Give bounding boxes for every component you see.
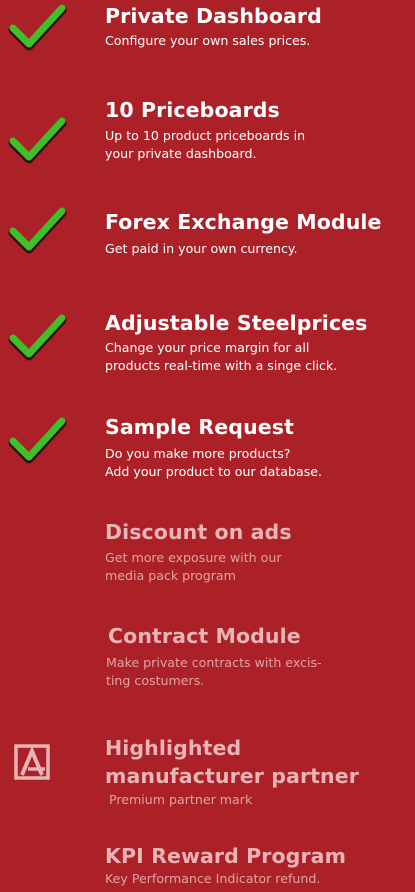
check-icon xyxy=(8,117,67,164)
feature-description: Configure your own sales prices. xyxy=(105,33,311,48)
feature-description: Premium partner mark xyxy=(109,792,253,807)
feature-description: Make private contracts with excis- ting … xyxy=(106,655,322,688)
check-icon xyxy=(8,207,67,254)
feature-title: 10 Priceboards xyxy=(105,98,280,122)
feature-description: Get paid in your own currency. xyxy=(105,241,298,256)
feature-title: Private Dashboard xyxy=(105,4,322,28)
feature-title: Discount on ads xyxy=(105,520,292,544)
feature-title: Adjustable Steelprices xyxy=(105,311,368,335)
feature-title: Sample Request xyxy=(105,415,294,439)
feature-description: Change your price margin for all product… xyxy=(105,340,338,373)
feature-title: KPI Reward Program xyxy=(105,844,347,868)
check-icon xyxy=(8,4,67,51)
feature-title: Contract Module xyxy=(108,624,301,648)
check-icon xyxy=(8,314,67,361)
feature-description: Do you make more products? Add your prod… xyxy=(105,446,323,479)
feature-description: Get more exposure with our media pack pr… xyxy=(105,550,282,583)
partner-logo-icon xyxy=(14,744,50,780)
feature-title: Highlighted manufacturer partner xyxy=(105,736,359,788)
feature-description: Up to 10 product priceboards in your pri… xyxy=(105,128,306,161)
check-icon xyxy=(8,417,67,464)
feature-title: Forex Exchange Module xyxy=(105,210,382,234)
feature-description: Key Performance Indicator refund. xyxy=(105,871,321,886)
